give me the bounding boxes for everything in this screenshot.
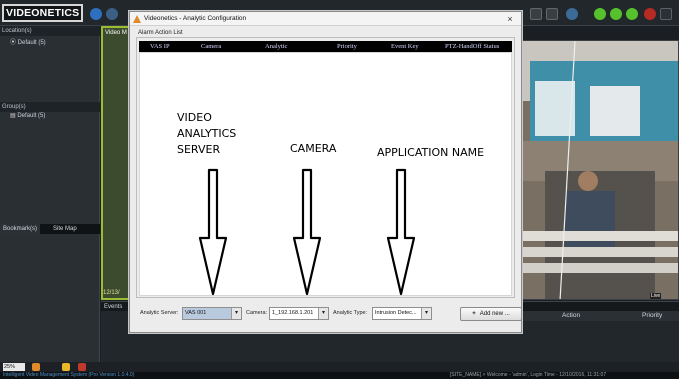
add-new-button[interactable]: + Add new ... — [460, 307, 522, 321]
events-columns: Action Priority — [519, 311, 679, 321]
analytic-type-value: Intrusion Detec... — [375, 310, 417, 316]
dialog-title: Videonetics - Analytic Configuration — [144, 15, 247, 22]
left-panel: Location(s) ⦿ Default (5) Group(s) ▤ Def… — [0, 26, 100, 362]
add-new-label: Add new ... — [479, 311, 510, 317]
status-green-icon-2[interactable] — [610, 8, 622, 20]
col-analytic[interactable]: Analytic — [265, 41, 287, 52]
col-ptz-handoff[interactable]: PTZ-HandOff Status — [445, 41, 499, 52]
analytic-server-label: Analytic Server: — [140, 310, 179, 316]
status-green-icon[interactable] — [594, 8, 606, 20]
zoom-select[interactable]: 25% — [3, 363, 25, 371]
col-vas-ip[interactable]: VAS IP — [150, 41, 170, 52]
video-tile-timestamp: 12/13/ — [103, 290, 120, 296]
refresh-icon[interactable] — [32, 363, 40, 371]
location-pin-icon: ⦿ — [10, 40, 18, 46]
alarm-table-body[interactable] — [139, 52, 512, 296]
camera-feed-image — [520, 41, 678, 299]
app-logo: VIDEONETICS — [2, 4, 84, 22]
bottom-toolbar: 25% — [0, 362, 679, 372]
group-default-label: Default (5) — [17, 113, 46, 119]
group-tree-item[interactable]: ▤ Default (5) — [10, 112, 45, 119]
arrow-down-icon — [386, 168, 416, 296]
video-tile-label: Video M — [105, 30, 127, 36]
help-icon[interactable] — [566, 8, 578, 20]
power-icon[interactable] — [644, 8, 656, 20]
chevron-down-icon: ▾ — [318, 308, 328, 319]
camera-label: Camera: — [246, 310, 268, 316]
status-session: [SITE_NAME] > Welcome - 'admin', Login T… — [450, 372, 607, 378]
filter-form: Analytic Server: VAS 001 ▾ Camera: 1_192… — [138, 307, 522, 321]
camera-feed-right[interactable]: Live — [519, 40, 679, 300]
location-header: Location(s) — [0, 26, 100, 36]
arrow-down-icon — [198, 168, 228, 296]
live-badge: Live — [650, 293, 662, 299]
folder-open-icon[interactable] — [62, 363, 70, 371]
annotation-server-line1: VIDEO — [177, 111, 212, 124]
arrow-down-icon — [292, 168, 322, 296]
annotation-camera: CAMERA — [290, 142, 337, 155]
camera-value: 1_192.168.1.201 — [272, 310, 314, 316]
annotation-application: APPLICATION NAME — [377, 146, 485, 159]
grid-icon[interactable] — [546, 8, 558, 20]
alarm-table-header: VAS IP Camera Analytic Priority Event Ke… — [139, 41, 512, 52]
camera-select[interactable]: 1_192.168.1.201 ▾ — [269, 307, 329, 320]
location-tree-item[interactable]: ⦿ Default (5) — [10, 37, 46, 46]
events-col-action: Action — [562, 312, 581, 319]
analytic-server-value: VAS 001 — [185, 310, 207, 316]
settings-icon[interactable] — [106, 8, 118, 20]
col-priority[interactable]: Priority — [337, 41, 357, 52]
status-bar: Intelligent Video Management System (Pro… — [0, 372, 679, 379]
analytic-type-select[interactable]: Intrusion Detec... ▾ — [372, 307, 432, 320]
group-header: Group(s) — [0, 102, 100, 112]
alarm-action-list-label: Alarm Action List — [138, 30, 183, 36]
analytic-config-dialog: Videonetics - Analytic Configuration × A… — [129, 11, 522, 333]
tab-site-map[interactable]: Site Map — [50, 224, 80, 234]
location-default-label: Default (5) — [17, 40, 46, 46]
plus-icon: + — [472, 311, 476, 317]
chevron-down-icon: ▾ — [231, 308, 241, 319]
app-icon — [133, 15, 141, 23]
layout-icon[interactable] — [530, 8, 542, 20]
col-event-key[interactable]: Event Key — [391, 41, 419, 52]
video-tile-left[interactable]: Video M 12/13/ — [101, 26, 131, 300]
status-version: Intelligent Video Management System (Pro… — [3, 372, 135, 378]
events-col-priority: Priority — [642, 312, 663, 319]
record-icon[interactable] — [78, 363, 86, 371]
dialog-titlebar[interactable]: Videonetics - Analytic Configuration × — [130, 12, 521, 26]
annotation-server-line3: SERVER — [177, 143, 221, 156]
col-camera[interactable]: Camera — [201, 41, 221, 52]
left-tabbar: Bookmark(s) Site Map — [0, 224, 100, 234]
chevron-down-icon: ▾ — [421, 308, 431, 319]
annotation-server-line2: ANALYTICS — [177, 127, 237, 140]
status-green-icon-3[interactable] — [626, 8, 638, 20]
close-icon[interactable]: × — [505, 13, 515, 25]
window-control-icon[interactable] — [660, 8, 672, 20]
analytic-server-select[interactable]: VAS 001 ▾ — [182, 307, 242, 320]
analytic-type-label: Analytic Type: — [333, 310, 368, 316]
annotation-server: VIDEO ANALYTICS SERVER — [177, 110, 236, 158]
tab-bookmarks[interactable]: Bookmark(s) — [0, 224, 41, 234]
home-icon[interactable] — [90, 8, 102, 20]
